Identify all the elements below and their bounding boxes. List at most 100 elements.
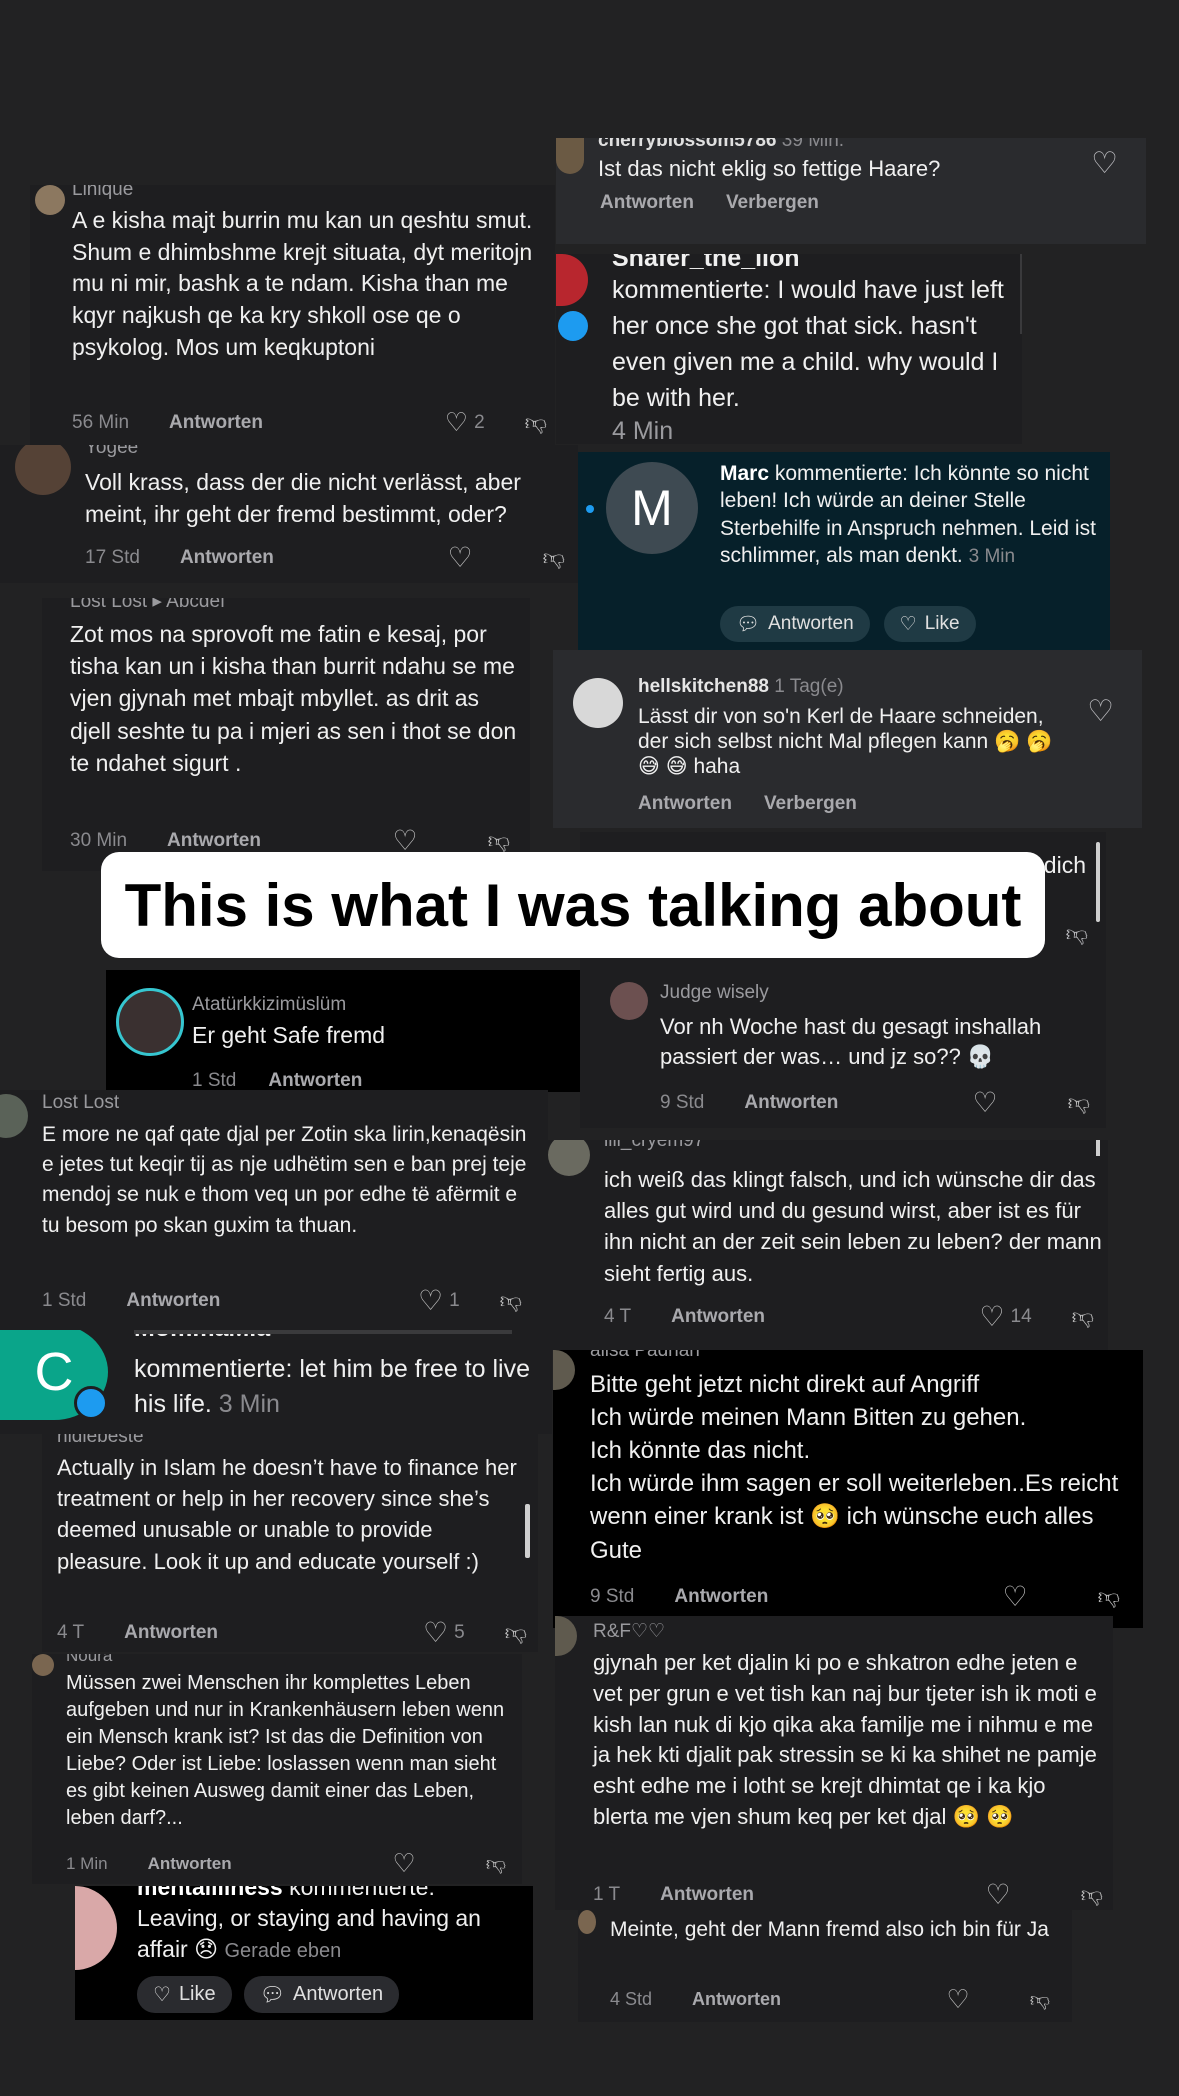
reply-button[interactable]: Antworten — [638, 793, 732, 815]
avatar[interactable] — [573, 678, 623, 728]
avatar[interactable] — [548, 1140, 590, 1176]
comment-username[interactable]: hellskitchen88 1 Tag(e) — [638, 676, 844, 698]
timestamp: 4 Min — [612, 417, 674, 444]
timestamp: 39 Min. — [781, 138, 845, 151]
heart-icon[interactable]: ♡ — [445, 407, 468, 438]
avatar[interactable] — [556, 254, 588, 306]
text: kommentierte: Ich könnte so nicht leben!… — [720, 462, 1096, 567]
avatar[interactable] — [116, 988, 184, 1056]
reply-button[interactable]: Antworten — [167, 830, 261, 852]
comment-username[interactable]: Lost Lost — [42, 1092, 119, 1114]
dislike-icon[interactable]: 👎︎ — [486, 1852, 506, 1876]
reply-button[interactable]: 💬︎ Antworten — [720, 606, 870, 642]
reply-button[interactable]: Antworten — [180, 547, 274, 569]
dislike-icon[interactable]: 👎︎ — [488, 827, 510, 854]
hide-button[interactable]: Verbergen — [726, 192, 819, 214]
avatar[interactable]: M — [606, 462, 698, 554]
comment-username[interactable]: lili_cryem97 — [604, 1140, 704, 1152]
reply-button[interactable]: Antworten — [674, 1586, 768, 1608]
comment-username[interactable]: alisa Padhan — [590, 1350, 700, 1362]
username[interactable]: cherryblossom5786 — [598, 138, 777, 151]
avatar[interactable] — [0, 1094, 28, 1138]
reply-button[interactable]: 💬︎ Antworten — [243, 1976, 400, 2013]
comment-text: Bitte geht jetzt nicht direkt auf Angrif… — [590, 1371, 1119, 1564]
comment-card: Judge wisely Vor nh Woche hast du gesagt… — [580, 960, 1106, 1128]
comment-meta: 17 Std Antworten ♡ 👎︎ — [85, 541, 565, 574]
reply-button[interactable]: Antworten — [744, 1092, 838, 1114]
avatar[interactable] — [553, 1350, 575, 1390]
verified-badge-icon — [558, 311, 588, 341]
avatar[interactable] — [578, 1910, 596, 1934]
comment-username[interactable]: Yogee — [85, 445, 138, 459]
dislike-icon[interactable]: 👎︎ — [1081, 1881, 1103, 1908]
comment-username[interactable]: Lost Lost ▸ Abcdef — [70, 598, 225, 613]
heart-icon[interactable]: ♡ — [979, 1300, 1004, 1333]
heart-icon[interactable]: ♡ — [1003, 1580, 1028, 1613]
heart-icon[interactable]: ♡ — [946, 1984, 969, 2015]
avatar[interactable] — [610, 982, 648, 1020]
heart-icon[interactable]: ♡ — [418, 1284, 443, 1317]
reply-button[interactable]: Antworten — [148, 1854, 232, 1874]
comment-card: Lost Lost ▸ Abcdef Zot mos na sprovoft m… — [42, 598, 530, 871]
comment-text: dich — [1043, 852, 1086, 878]
dislike-icon[interactable]: 👎︎ — [1072, 1303, 1094, 1330]
comment-card: nidiebeste Actually in Islam he doesn’t … — [42, 1434, 538, 1652]
comment-card: R&F♡♡ gjynah per ket djalin ki po e shka… — [555, 1616, 1113, 1910]
comment-meta: 1 Std Antworten — [192, 1070, 362, 1092]
reply-button[interactable]: Antworten — [660, 1884, 754, 1906]
avatar[interactable] — [32, 1654, 54, 1676]
dislike-icon[interactable]: 👎︎ — [1030, 1988, 1050, 2012]
dislike-icon[interactable]: 👎︎ — [1068, 1089, 1090, 1116]
dislike-icon[interactable]: 👎︎ — [505, 1619, 527, 1646]
like-count: 5 — [454, 1621, 465, 1643]
dislike-icon[interactable]: 👎︎ — [1066, 920, 1088, 947]
username[interactable]: hellskitchen88 — [638, 676, 769, 697]
reply-button[interactable]: Antworten — [671, 1306, 765, 1328]
like-button[interactable]: ♡ Like — [137, 1976, 232, 2013]
timestamp: 17 Std — [85, 546, 140, 568]
comment-username[interactable]: Judge wisely — [660, 982, 769, 1004]
scrollbar[interactable] — [525, 1504, 530, 1558]
scrollbar[interactable] — [1096, 842, 1100, 922]
username[interactable]: Marc — [720, 462, 769, 485]
comment-username[interactable]: Noura — [66, 1654, 112, 1666]
avatar[interactable] — [555, 1616, 577, 1656]
comment-card: alisa Padhan Bitte geht jetzt nicht dire… — [553, 1350, 1143, 1628]
avatar[interactable] — [75, 1886, 117, 1970]
heart-icon[interactable]: ♡ — [973, 1086, 998, 1119]
comment-username[interactable]: Atatürkkizimüslüm — [192, 994, 346, 1016]
heart-icon[interactable]: ♡ — [1091, 146, 1118, 181]
avatar[interactable] — [15, 445, 71, 495]
comment-username[interactable]: Linique — [72, 185, 133, 201]
heart-icon[interactable]: ♡ — [392, 1848, 415, 1879]
comment-text: A e kisha majt burrin mu kan un qeshtu s… — [72, 207, 533, 360]
reply-button[interactable]: Antworten — [600, 192, 694, 214]
reply-button[interactable]: Antworten — [268, 1070, 362, 1092]
hide-button[interactable]: Verbergen — [764, 793, 857, 815]
heart-icon[interactable]: ♡ — [423, 1616, 448, 1649]
dislike-icon[interactable]: 👎︎ — [525, 409, 547, 436]
reply-button[interactable]: Antworten — [169, 412, 263, 434]
comment-meta: 4 T Antworten ♡ 5 👎︎ — [57, 1616, 527, 1649]
like-button[interactable]: ♡ Like — [883, 606, 976, 642]
dislike-icon[interactable]: 👎︎ — [1098, 1583, 1120, 1610]
scrollbar[interactable] — [1096, 1140, 1100, 1156]
comment-meta: 4 Std Antworten ♡ 👎︎ — [610, 1984, 1050, 2015]
text: kommentierte: let him be free to live hi… — [134, 1355, 530, 1418]
reply-button[interactable]: Antworten — [692, 1989, 781, 2010]
heart-icon[interactable]: ♡ — [1087, 694, 1114, 729]
username[interactable]: mentalillness — [137, 1886, 283, 1900]
reply-button[interactable]: Antworten — [126, 1290, 220, 1312]
heart-icon[interactable]: ♡ — [986, 1878, 1011, 1910]
reply-button[interactable]: Antworten — [124, 1622, 218, 1644]
comment-username[interactable]: Shafer_the_lion — [612, 254, 800, 273]
dislike-icon[interactable]: 👎︎ — [500, 1287, 522, 1314]
heart-icon[interactable]: ♡ — [448, 541, 473, 574]
dislike-icon[interactable]: 👎︎ — [543, 544, 565, 571]
comment-username[interactable]: cherryblossom5786 39 Min. — [598, 138, 844, 152]
avatar[interactable] — [556, 138, 584, 174]
avatar[interactable] — [35, 185, 65, 215]
like-label: Like — [178, 1983, 216, 2005]
comment-username[interactable]: nidiebeste — [57, 1434, 144, 1448]
comment-username[interactable]: R&F♡♡ — [593, 1620, 665, 1643]
